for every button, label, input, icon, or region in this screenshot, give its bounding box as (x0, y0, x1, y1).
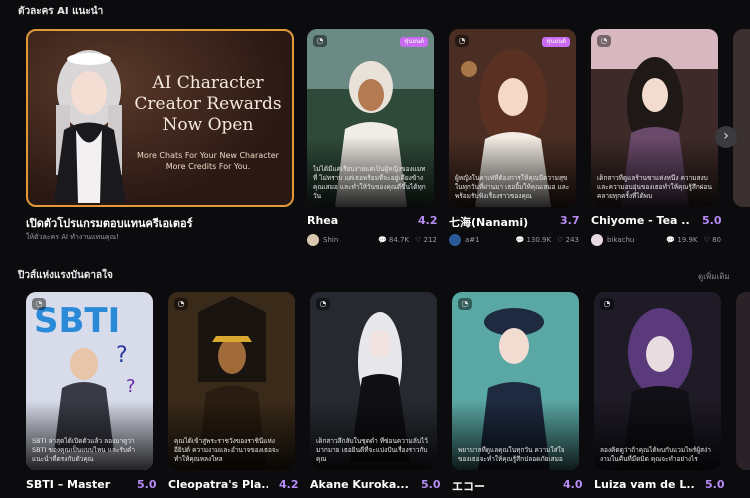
character-card-rhea[interactable]: ◔ หุ่นยนต์ ไม่ได้มีแค่เรียบง่ายแต่เป็นผู… (307, 29, 434, 207)
promo-headline: AI Character Creator Rewards Now Open (134, 73, 282, 135)
character-card-akane[interactable]: ◔ เด็กสาวลึกลับในชุดดำ ที่ซ่อนความลับไว้… (310, 292, 437, 470)
hidden-icon[interactable]: ◔ (455, 35, 469, 47)
card-rating: 4.2 (418, 214, 438, 227)
creator-name[interactable]: bikachu (607, 236, 634, 244)
card-description: ไม่ได้มีแค่เรียบง่ายแต่เป็นผู้หญิงของแมท… (313, 165, 426, 200)
hidden-icon[interactable]: ◔ (600, 298, 614, 310)
character-card-echo[interactable]: ◔ พยาบาลที่ดูแลคุณในทุกวัน ความใส่ใจของเ… (452, 292, 579, 470)
hidden-icon[interactable]: ◔ (316, 298, 330, 310)
promo-subline-1: More Chats For Your New Character (137, 151, 279, 160)
card-name[interactable]: SBTI – Master (26, 478, 126, 491)
promo-subtitle: ให้ตัวละคร AI ทำงานแทนคุณ! (26, 233, 119, 241)
card-name[interactable]: 七海(Nanami) (449, 214, 549, 230)
section-title-recommended: ตัวละคร AI แนะนำ (18, 6, 104, 17)
card-tag: หุ่นยนต์ (400, 37, 428, 47)
card-rating: 3.7 (560, 214, 580, 227)
card-name[interactable]: Luiza vam de L... (594, 478, 694, 491)
card-tag: หุ่นยนต์ (542, 37, 570, 47)
svg-text:SBTI: SBTI (34, 301, 120, 341)
character-card-luiza[interactable]: ◔ ลองคิดดูว่าถ้าคุณได้พบกับแวมไพร์ผู้สง่… (594, 292, 721, 470)
hidden-icon[interactable]: ◔ (597, 35, 611, 47)
card-rating: 4.2 (279, 478, 299, 491)
character-card-cleopatra[interactable]: ◔ คุณได้เข้าสู่พระราชวังของราชินีแห่งอีย… (168, 292, 295, 470)
chat-count: 💬 130.9K (515, 236, 552, 244)
section-title-inspiration: ปิวส์แห่งแรงบันดาลใจ (18, 270, 113, 281)
card-description: SBTI ล่าสุดได้เปิดตัวแล้ว ลองมาดูว่า SBT… (32, 437, 136, 463)
card-rating: 4.0 (563, 478, 583, 491)
creator-name[interactable]: a#1 (465, 236, 480, 244)
hidden-icon[interactable]: ◔ (313, 35, 327, 47)
character-card-partial[interactable] (736, 292, 750, 470)
like-count: ♡ 80 (703, 236, 721, 244)
like-count: ♡ 212 (415, 236, 437, 244)
svg-text:?: ? (116, 343, 128, 368)
card-description: เด็กสาวลึกลับในชุดดำ ที่ซ่อนความลับไว้มา… (316, 437, 428, 463)
card-name[interactable]: エコー (452, 478, 552, 494)
creator-avatar (591, 234, 603, 246)
chat-count: 💬 84.7K (377, 236, 410, 244)
promo-title[interactable]: เปิดตัวโปรแกรมตอบแทนครีเอเตอร์ (26, 214, 193, 232)
card-name[interactable]: Cleopatra's Pla... (168, 478, 268, 491)
promo-banner[interactable]: AI Character Creator Rewards Now Open Mo… (26, 29, 294, 207)
hidden-icon[interactable]: ◔ (174, 298, 188, 310)
card-name[interactable]: Rhea (307, 214, 407, 227)
card-name[interactable]: Akane Kuroka... (310, 478, 410, 491)
character-card-sbti[interactable]: SBTI ? ? ◔ SBTI ล่าสุดได้เปิดตัวแล้ว ลอง… (26, 292, 153, 470)
card-description: ผู้หญิงในคาเฟ่ที่ต้องการให้คุณมีความสุขใ… (455, 174, 570, 200)
hidden-icon[interactable]: ◔ (458, 298, 472, 310)
creator-avatar (307, 234, 319, 246)
card-description: ลองคิดดูว่าถ้าคุณได้พบกับแวมไพร์ผู้สง่าง… (600, 446, 711, 463)
card-name[interactable]: Chiyome - Tea ... (591, 214, 689, 227)
card-description: คุณได้เข้าสู่พระราชวังของราชินีแห่งอียิป… (174, 437, 280, 463)
card-description: พยาบาลที่ดูแลคุณในทุกวัน ความใส่ใจของเธอ… (458, 446, 565, 463)
character-card-chiyome[interactable]: ◔ เด็กสาวที่ดูแลร้านชาแห่งหนึ่ง ความสงบแ… (591, 29, 718, 207)
hidden-icon[interactable]: ◔ (32, 298, 46, 310)
card-rating: 5.0 (137, 478, 157, 491)
see-all-link[interactable]: ดูเพิ่มเติม (698, 270, 730, 283)
promo-subline-2: More Credits For You. (165, 162, 251, 171)
carousel-next-button[interactable]: › (715, 126, 737, 148)
chat-count: 💬 19.9K (666, 236, 698, 244)
svg-text:?: ? (126, 376, 136, 397)
card-rating: 5.0 (421, 478, 441, 491)
card-description: เด็กสาวที่ดูแลร้านชาแห่งหนึ่ง ความสงบและ… (597, 174, 712, 200)
creator-avatar (449, 234, 461, 246)
like-count: ♡ 243 (557, 236, 579, 244)
character-card-nanami[interactable]: ◔ หุ่นยนต์ ผู้หญิงในคาเฟ่ที่ต้องการให้คุ… (449, 29, 576, 207)
character-card-partial[interactable] (733, 29, 750, 207)
creator-name[interactable]: Shin (323, 236, 338, 244)
card-rating: 5.0 (702, 214, 722, 227)
card-rating: 5.0 (705, 478, 725, 491)
